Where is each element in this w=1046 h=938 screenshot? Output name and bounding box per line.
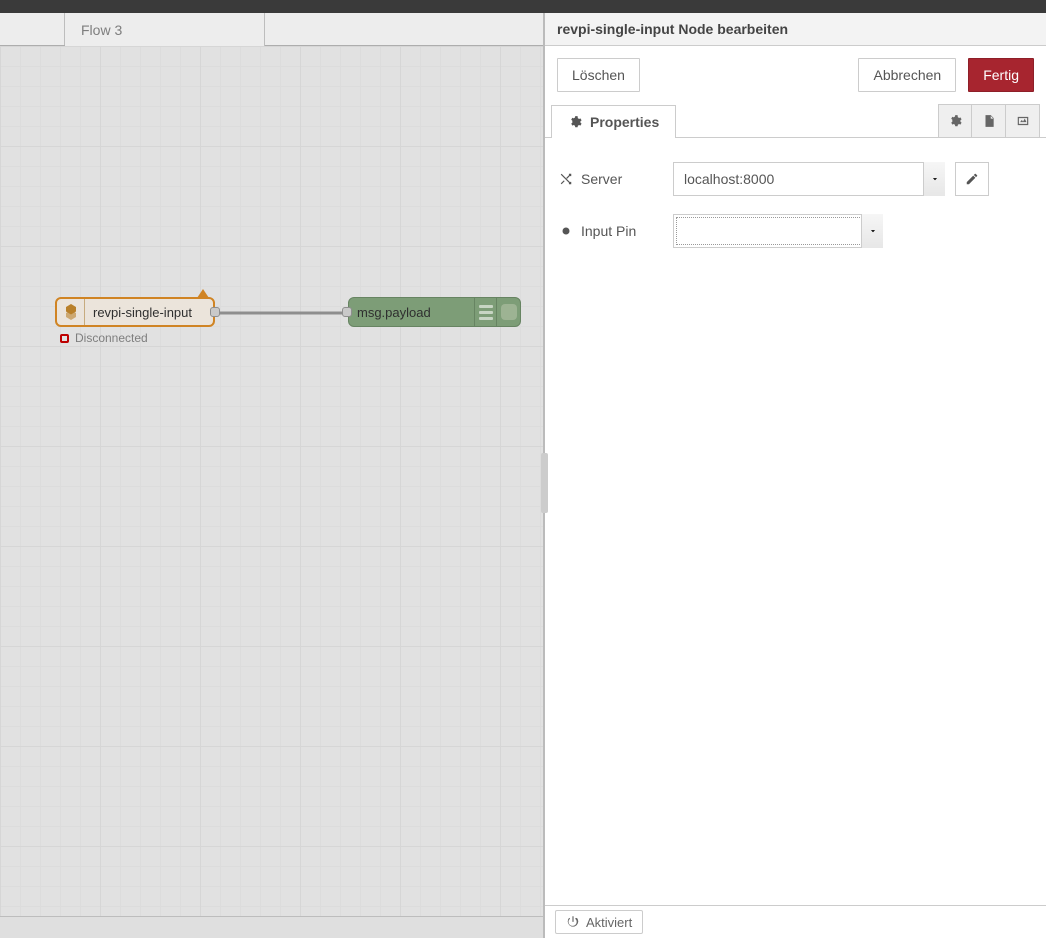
row-input-pin: Input Pin — [559, 214, 1032, 248]
server-label: Server — [559, 171, 663, 187]
flow-workspace-column: Flow 3 revpi-single-input Disconnected — [0, 13, 544, 938]
inputpin-label-text: Input Pin — [581, 223, 636, 239]
node-status-text: Disconnected — [75, 331, 148, 345]
tray-title: revpi-single-input Node bearbeiten — [545, 13, 1046, 46]
properties-tab-label: Properties — [590, 114, 659, 130]
node-revpi-single-input[interactable]: revpi-single-input — [55, 297, 215, 327]
gear-icon — [568, 115, 582, 129]
tab-properties[interactable]: Properties — [551, 105, 676, 138]
node-wire[interactable] — [210, 311, 350, 315]
node-debug[interactable]: msg.payload — [348, 297, 521, 327]
debug-node-label: msg.payload — [349, 298, 474, 326]
tray-footer: Aktiviert — [545, 905, 1046, 938]
node-error-icon — [197, 289, 209, 298]
inputpin-select[interactable] — [673, 214, 883, 248]
debug-lines-icon — [474, 298, 496, 326]
cancel-button[interactable]: Abbrechen — [858, 58, 956, 92]
tab-spacer — [0, 13, 65, 45]
node-settings-icon-button[interactable] — [938, 104, 972, 137]
flow-tab-bar[interactable]: Flow 3 — [0, 13, 543, 46]
node-appearance-button[interactable] — [1006, 104, 1040, 137]
tray-toolbar: Löschen Abbrechen Fertig — [545, 46, 1046, 104]
tray-resize-handle[interactable] — [541, 453, 548, 513]
server-select[interactable]: localhost:8000 — [673, 162, 945, 196]
workspace-footer-strip — [0, 916, 543, 938]
delete-button[interactable]: Löschen — [557, 58, 640, 92]
flow-canvas[interactable]: revpi-single-input Disconnected msg.payl… — [0, 46, 543, 916]
node-description-button[interactable] — [972, 104, 1006, 137]
edit-tray: revpi-single-input Node bearbeiten Lösch… — [544, 13, 1046, 938]
node-input-port[interactable] — [342, 307, 352, 317]
flow-tab[interactable]: Flow 3 — [65, 13, 265, 46]
properties-tab-row: Properties — [545, 104, 1046, 138]
server-label-text: Server — [581, 171, 622, 187]
power-icon — [566, 915, 580, 929]
node-output-port[interactable] — [210, 307, 220, 317]
appearance-icon — [1016, 114, 1030, 128]
pencil-icon — [965, 172, 979, 186]
document-icon — [982, 114, 996, 128]
node-status: Disconnected — [60, 331, 148, 345]
node-type-icon — [57, 299, 85, 325]
flow-tab-label: Flow 3 — [81, 22, 122, 38]
properties-form: Server localhost:8000 Input Pin — [545, 138, 1046, 905]
enabled-label: Aktiviert — [586, 915, 632, 930]
enabled-toggle[interactable]: Aktiviert — [555, 910, 643, 934]
row-server: Server localhost:8000 — [559, 162, 1032, 196]
shuffle-icon — [559, 172, 573, 186]
circle-icon — [559, 224, 573, 238]
app-topbar — [0, 0, 1046, 13]
debug-toggle-button[interactable] — [496, 298, 520, 326]
inputpin-label: Input Pin — [559, 223, 663, 239]
edit-server-button[interactable] — [955, 162, 989, 196]
status-ring-icon — [60, 334, 69, 343]
gear-icon — [948, 114, 962, 128]
node-label: revpi-single-input — [85, 299, 213, 325]
done-button[interactable]: Fertig — [968, 58, 1034, 92]
